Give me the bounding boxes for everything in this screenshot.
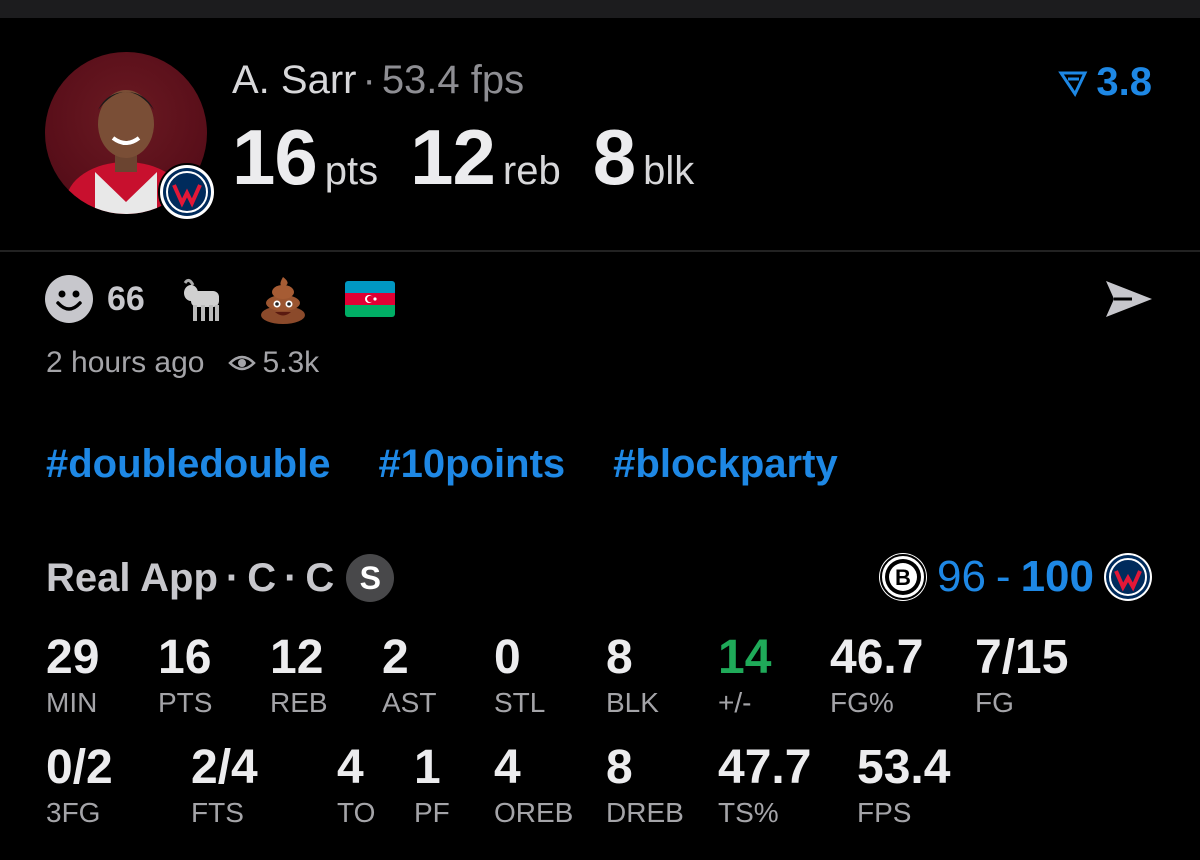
wizards-logo-icon [1104,553,1152,601]
box-stat-value: 8 [606,741,633,794]
box-stat-label: MIN [46,687,98,718]
box-stat-label: 3FG [46,797,101,828]
player-name[interactable]: A. Sarr [232,58,356,102]
hashtag-link[interactable]: #doubledouble [46,442,330,487]
box-stat: 14 +/- [718,634,771,718]
view-count: 5.3k [228,346,319,380]
box-stat-value: 12 [270,631,324,684]
box-stat-label: FPS [857,797,912,828]
headline-stats: 16 pts 12 reb 8 blk [232,112,726,203]
hashtag-list: #doubledouble #10points #blockparty [46,442,838,487]
rating-badge[interactable]: 3.8 [1058,60,1152,105]
player-fps: 53.4 fps [381,58,525,102]
nets-logo-icon: B [878,553,927,601]
box-stat-value: 7/15 [975,631,1069,684]
separator-dot: · [225,555,240,600]
box-stat-value: 4 [337,741,364,794]
game-score[interactable]: B 96-100 [878,552,1152,602]
headline-points-value: 16 [232,113,318,201]
headline-rebounds-unit: reb [502,149,561,193]
box-stat-label: DREB [606,797,684,828]
position-secondary: C [305,555,335,600]
hashtag-link[interactable]: #blockparty [613,442,838,487]
box-stat: 8 DREB [606,744,684,828]
goat-emoji-icon[interactable] [177,273,229,325]
box-stat-value: 8 [606,631,633,684]
box-stat-value: 2/4 [191,741,258,794]
post-time: 2 hours ago [46,346,205,379]
box-stat-label: OREB [494,797,574,828]
box-stat-label: FG% [830,687,894,718]
box-stat: 8 BLK [606,634,659,718]
box-stat-label: PTS [158,687,213,718]
box-stat: 29 MIN [46,634,99,718]
box-stat-value: 16 [158,631,212,684]
box-stat: 2 AST [382,634,436,718]
wizards-logo-icon [158,163,216,221]
box-stat-label: BLK [606,687,659,718]
position-primary: C [247,555,277,600]
starter-badge: S [346,554,395,602]
box-stat: 16 PTS [158,634,212,718]
box-stat: 12 REB [270,634,328,718]
box-stat-value: 0 [494,631,521,684]
smiley-count: 66 [107,279,145,318]
box-stat-label: AST [382,687,437,718]
headline-blocks-unit: blk [643,149,695,193]
separator-dot: · [284,555,298,600]
box-stat-value: 0/2 [46,741,113,794]
post-meta: 2 hours ago 5.3k [46,346,319,380]
separator-dot: · [362,58,376,102]
box-stat-label: FTS [191,797,244,828]
reactions-bar: 66 [45,273,395,325]
view-count-value: 5.3k [262,346,320,379]
box-stat: 2/4 FTS [191,744,258,828]
smiley-reaction-icon[interactable] [45,275,93,323]
player-name-line: A. Sarr · 53.4 fps [232,58,524,103]
box-stat: 47.7 TS% [718,744,811,828]
score-dash: - [995,552,1011,601]
score-opponent: 96 [936,552,986,601]
box-stat-value: 46.7 [830,631,924,684]
headline-blocks-value: 8 [592,113,636,201]
svg-text:B: B [895,565,911,590]
box-stat-value: 2 [382,631,409,684]
game-info: Real App · C · C S [46,554,395,602]
box-stat-value: 29 [46,631,100,684]
top-bar [0,0,1200,18]
section-divider [0,250,1200,252]
rating-value: 3.8 [1096,60,1152,104]
filter-triangle-icon [1058,71,1088,97]
box-stat-label: +/- [718,687,752,718]
box-stat-label: REB [270,687,328,718]
headline-points-unit: pts [324,149,379,193]
box-stat-label: STL [494,687,546,718]
box-stat: 7/15 FG [975,634,1068,718]
poop-emoji-icon[interactable] [257,273,309,325]
box-stat-label: TS% [718,797,779,828]
box-stat-label: PF [414,797,450,828]
box-stat: 1 PF [414,744,450,828]
hashtag-link[interactable]: #10points [378,442,565,487]
box-stat-value: 1 [414,741,441,794]
score-own: 100 [1020,552,1094,601]
box-stat-label: FG [975,687,1014,718]
app-name: Real App [46,555,218,600]
eye-icon [228,355,257,371]
headline-rebounds-value: 12 [410,113,496,201]
box-stat: 46.7 FG% [830,634,923,718]
box-stat-value: 14 [718,631,772,684]
azerbaijan-flag-icon[interactable] [344,281,395,317]
box-stat-value: 53.4 [857,741,951,794]
box-stat-value: 4 [494,741,521,794]
send-icon[interactable] [1102,277,1156,326]
box-stat: 0/2 3FG [46,744,113,828]
box-stat: 4 OREB [494,744,573,828]
box-stat-label: TO [337,797,376,828]
box-stat-value: 47.7 [718,741,812,794]
box-stat: 0 STL [494,634,545,718]
box-stat: 53.4 FPS [857,744,950,828]
box-stat: 4 TO [337,744,375,828]
